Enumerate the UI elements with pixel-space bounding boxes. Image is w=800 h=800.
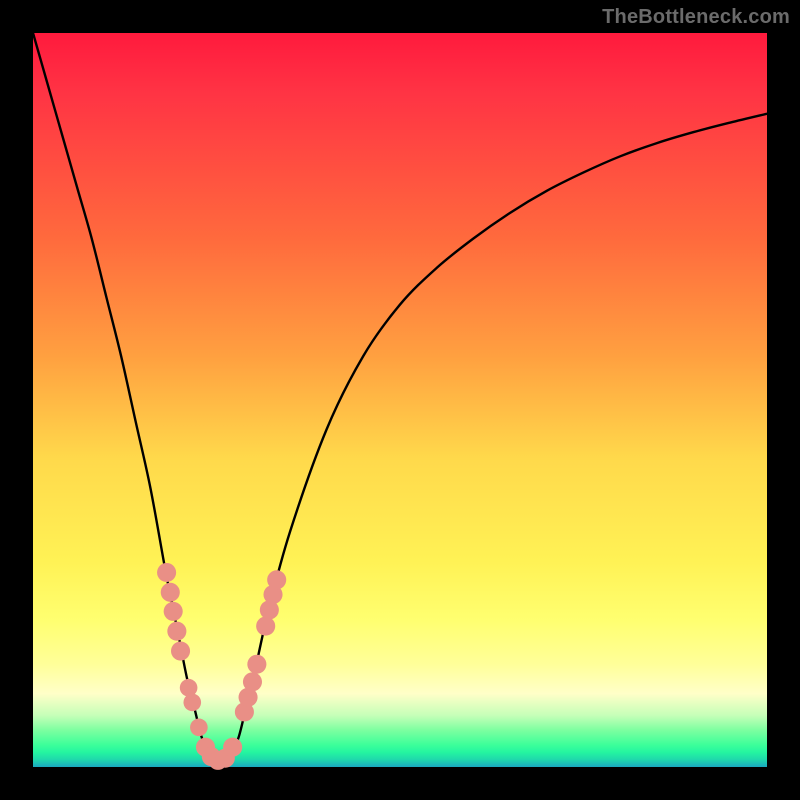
- bottleneck-curve: [33, 33, 767, 761]
- curve-marker: [190, 719, 208, 737]
- curve-marker: [247, 655, 266, 674]
- watermark-text: TheBottleneck.com: [602, 6, 790, 29]
- curve-marker: [223, 738, 242, 757]
- curve-marker: [171, 641, 190, 660]
- curve-marker: [243, 672, 262, 691]
- curve-marker: [183, 694, 201, 712]
- curve-marker: [180, 679, 198, 697]
- curve-marker: [267, 570, 286, 589]
- chart-frame: TheBottleneck.com: [0, 0, 800, 800]
- curve-marker: [164, 602, 183, 621]
- curve-marker: [157, 563, 176, 582]
- curve-marker: [256, 617, 275, 636]
- curve-marker: [167, 622, 186, 641]
- chart-svg: [33, 33, 767, 767]
- curve-markers: [157, 563, 286, 770]
- curve-marker: [161, 583, 180, 602]
